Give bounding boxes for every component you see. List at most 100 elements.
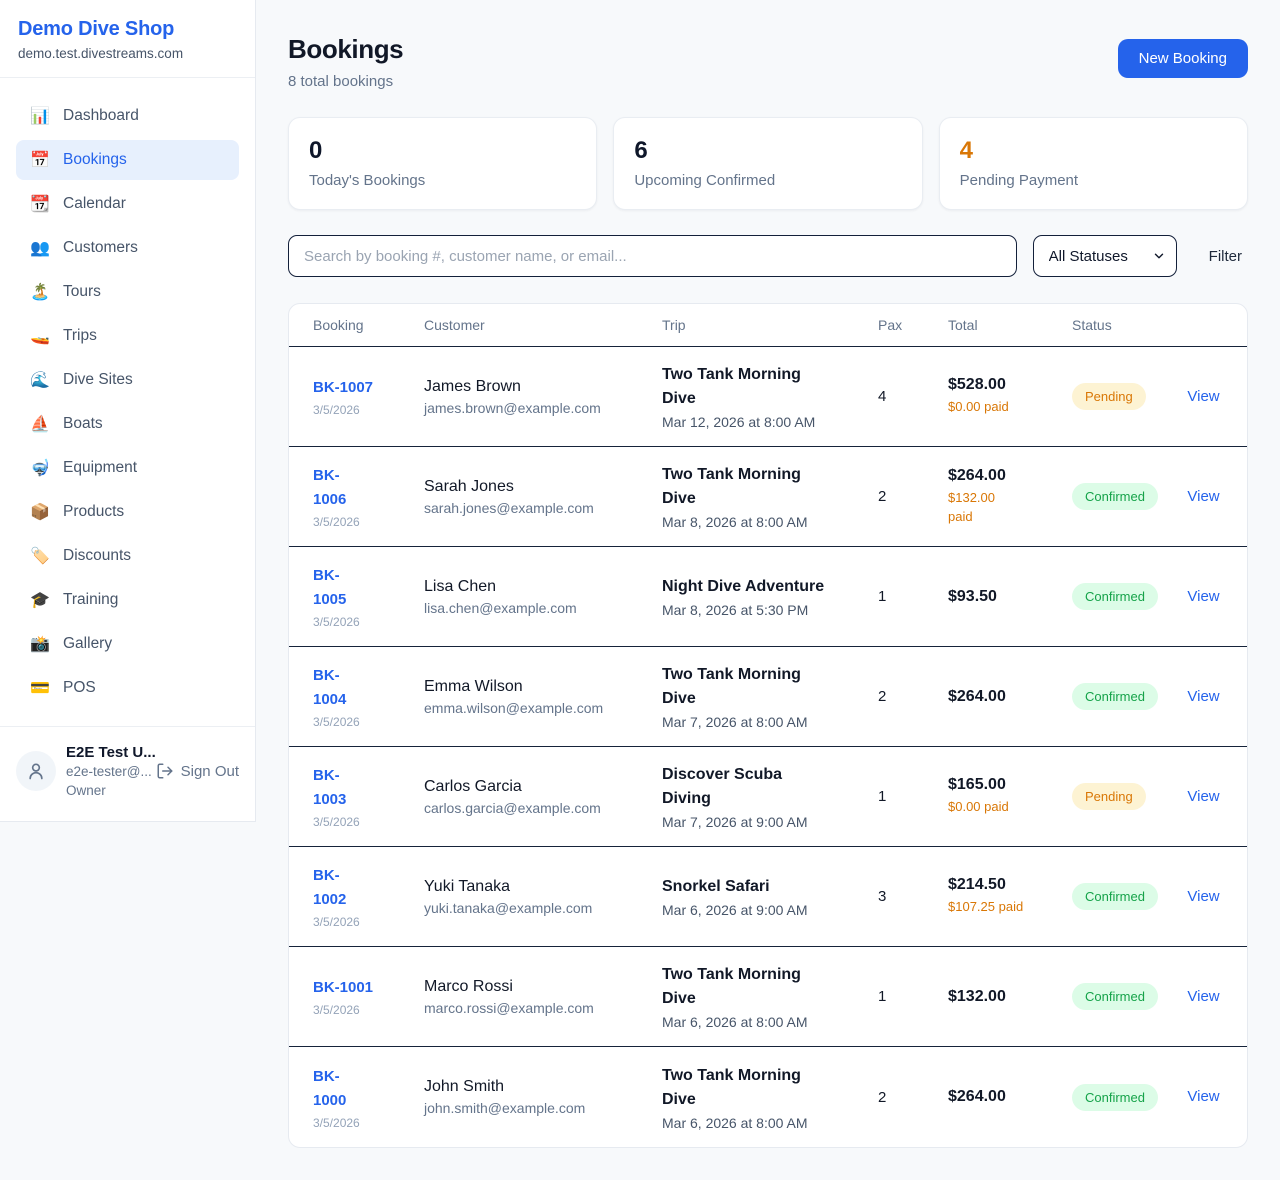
view-link[interactable]: View (1187, 388, 1219, 405)
customer-email: lisa.chen@example.com (424, 600, 662, 616)
status-badge: Pending (1072, 783, 1146, 810)
booking-code-link[interactable]: BK-1001 (313, 976, 373, 1000)
trip-cell: Two Tank Morning Dive Mar 6, 2026 at 8:0… (662, 963, 878, 1030)
customer-name: John Smith (424, 1078, 662, 1096)
stat-value: 6 (634, 137, 901, 165)
sign-out-button[interactable]: Sign Out (156, 762, 239, 780)
sidebar-item-bookings[interactable]: 📅 Bookings (16, 140, 239, 180)
filter-button[interactable]: Filter (1203, 248, 1248, 265)
status-badge: Confirmed (1072, 1084, 1158, 1111)
status-cell: Confirmed (1072, 583, 1184, 610)
total-cell: $264.00 (948, 688, 1072, 706)
booking-date: 3/5/2026 (313, 403, 424, 417)
booking-cell: BK-1004 3/5/2026 (313, 664, 424, 729)
sign-out-label: Sign Out (181, 763, 239, 780)
total-amount: $214.50 (948, 876, 1072, 894)
customer-email: marco.rossi@example.com (424, 1000, 662, 1016)
booking-date: 3/5/2026 (313, 915, 424, 929)
total-amount: $264.00 (948, 688, 1072, 706)
view-link[interactable]: View (1187, 988, 1219, 1005)
people-icon: 👥 (30, 238, 50, 258)
table-row: BK-1000 3/5/2026 John Smith john.smith@e… (289, 1047, 1247, 1147)
view-link[interactable]: View (1187, 788, 1219, 805)
booking-code-link[interactable]: BK-1003 (313, 764, 346, 812)
new-booking-button[interactable]: New Booking (1118, 39, 1248, 78)
customer-email: sarah.jones@example.com (424, 500, 662, 516)
stat-label: Pending Payment (960, 172, 1227, 189)
booking-code-link[interactable]: BK-1005 (313, 564, 346, 612)
total-cell: $264.00 (948, 1088, 1072, 1106)
trip-name: Two Tank Morning Dive (662, 363, 827, 411)
view-cell: View (1184, 588, 1223, 606)
sidebar-item-boats[interactable]: ⛵ Boats (16, 404, 239, 444)
pax-count: 2 (878, 1089, 948, 1106)
booking-code-link[interactable]: BK-1000 (313, 1065, 346, 1113)
customer-email: yuki.tanaka@example.com (424, 900, 662, 916)
status-cell: Confirmed (1072, 883, 1184, 910)
stat-value: 4 (960, 137, 1227, 165)
stats-row: 0 Today's Bookings 6 Upcoming Confirmed … (288, 117, 1248, 210)
pax-count: 1 (878, 988, 948, 1005)
credit-card-icon: 💳 (30, 678, 50, 698)
sidebar-item-calendar[interactable]: 📆 Calendar (16, 184, 239, 224)
view-link[interactable]: View (1187, 888, 1219, 905)
trip-name: Night Dive Adventure (662, 575, 827, 599)
status-badge: Confirmed (1072, 683, 1158, 710)
sidebar-item-training[interactable]: 🎓 Training (16, 580, 239, 620)
main-content: Bookings 8 total bookings New Booking 0 … (256, 0, 1280, 1180)
search-input[interactable] (288, 235, 1017, 277)
customer-cell: James Brown james.brown@example.com (424, 378, 662, 416)
sidebar-item-tours[interactable]: 🏝️ Tours (16, 272, 239, 312)
view-link[interactable]: View (1187, 688, 1219, 705)
total-cell: $214.50 $107.25 paid (948, 876, 1072, 917)
customer-name: Carlos Garcia (424, 778, 662, 796)
sidebar-item-equipment[interactable]: 🤿 Equipment (16, 448, 239, 488)
booking-cell: BK-1000 3/5/2026 (313, 1065, 424, 1130)
view-link[interactable]: View (1187, 1088, 1219, 1105)
sidebar-item-customers[interactable]: 👥 Customers (16, 228, 239, 268)
status-badge: Confirmed (1072, 583, 1158, 610)
total-amount: $264.00 (948, 1088, 1072, 1106)
user-panel: E2E Test U... e2e-tester@... Owner Sign … (0, 726, 255, 821)
status-cell: Confirmed (1072, 683, 1184, 710)
booking-code-link[interactable]: BK-1004 (313, 664, 346, 712)
sidebar-item-dashboard[interactable]: 📊 Dashboard (16, 96, 239, 136)
user-role: Owner (66, 782, 146, 801)
trip-datetime: Mar 6, 2026 at 9:00 AM (662, 902, 878, 918)
total-cell: $165.00 $0.00 paid (948, 776, 1072, 817)
trip-cell: Two Tank Morning Dive Mar 8, 2026 at 8:0… (662, 463, 878, 530)
customer-email: john.smith@example.com (424, 1100, 662, 1116)
sidebar-nav: 📊 Dashboard 📅 Bookings 📆 Calendar 👥 Cust… (0, 78, 255, 726)
booking-date: 3/5/2026 (313, 715, 424, 729)
sidebar-item-discounts[interactable]: 🏷️ Discounts (16, 536, 239, 576)
column-header-booking: Booking (313, 317, 424, 333)
status-cell: Pending (1072, 383, 1184, 410)
status-cell: Confirmed (1072, 983, 1184, 1010)
sidebar-header: Demo Dive Shop demo.test.divestreams.com (0, 0, 255, 78)
sidebar-item-trips[interactable]: 🚤 Trips (16, 316, 239, 356)
sidebar-item-pos[interactable]: 💳 POS (16, 668, 239, 708)
booking-code-link[interactable]: BK-1002 (313, 864, 346, 912)
filters-bar: All Statuses Filter (288, 235, 1248, 277)
booking-cell: BK-1006 3/5/2026 (313, 464, 424, 529)
status-select[interactable]: All Statuses (1033, 235, 1177, 277)
paid-amount: $132.00paid (948, 489, 1048, 527)
logout-icon (156, 762, 174, 780)
paid-amount: $107.25 paid (948, 898, 1048, 917)
camera-icon: 📸 (30, 634, 50, 654)
booking-code-link[interactable]: BK-1006 (313, 464, 346, 512)
total-cell: $528.00 $0.00 paid (948, 376, 1072, 417)
table-row: BK-1006 3/5/2026 Sarah Jones sarah.jones… (289, 447, 1247, 547)
sidebar-item-gallery[interactable]: 📸 Gallery (16, 624, 239, 664)
total-amount: $528.00 (948, 376, 1072, 394)
view-link[interactable]: View (1187, 488, 1219, 505)
table-row: BK-1007 3/5/2026 James Brown james.brown… (289, 347, 1247, 447)
sidebar-item-products[interactable]: 📦 Products (16, 492, 239, 532)
sidebar-item-dive-sites[interactable]: 🌊 Dive Sites (16, 360, 239, 400)
trip-cell: Two Tank Morning Dive Mar 12, 2026 at 8:… (662, 363, 878, 430)
view-link[interactable]: View (1187, 588, 1219, 605)
pax-count: 4 (878, 388, 948, 405)
column-header-pax: Pax (878, 317, 948, 333)
customer-name: Yuki Tanaka (424, 878, 662, 896)
booking-code-link[interactable]: BK-1007 (313, 376, 373, 400)
